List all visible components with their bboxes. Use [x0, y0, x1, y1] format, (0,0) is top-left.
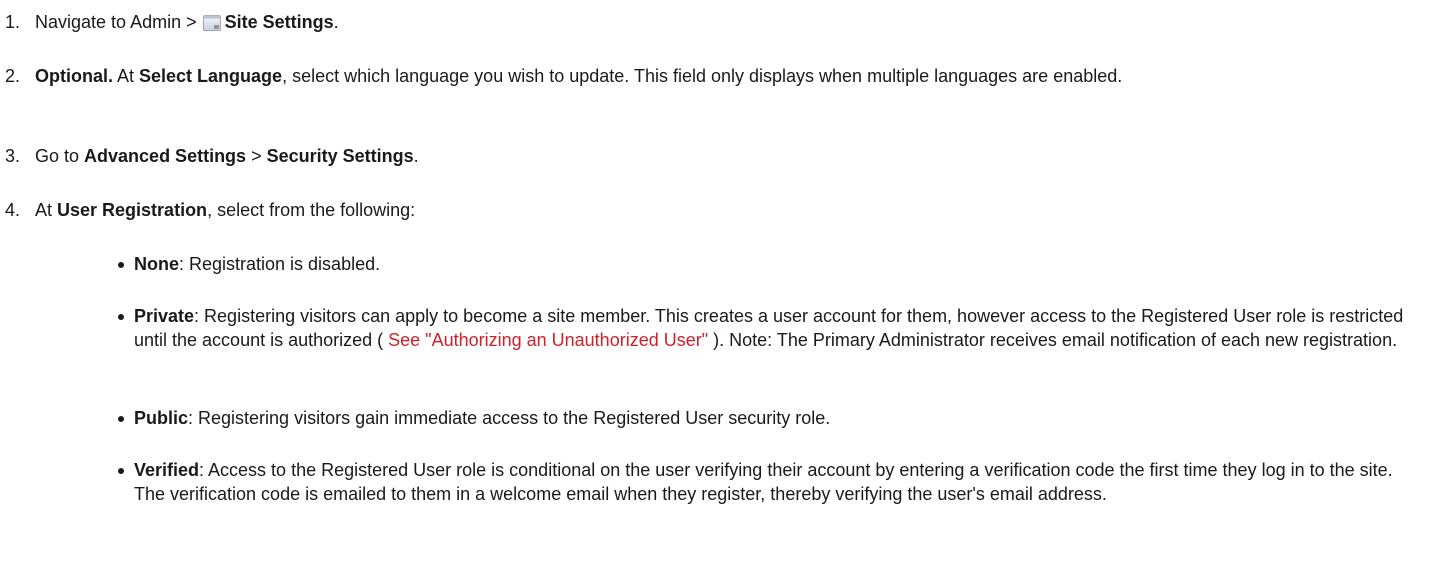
site-settings-label: Site Settings [224, 12, 334, 32]
step-text-part: > [246, 146, 267, 166]
step-text-part: . [413, 146, 419, 166]
option-name: None [134, 254, 179, 274]
option-name: Private [134, 306, 195, 326]
step-text-part: , select from the following: [207, 200, 416, 220]
step-text-part: , select which language you wish to upda… [282, 66, 1123, 86]
step-number: 1. [5, 12, 21, 32]
step-text: Navigate to Admin > Site Settings. [35, 10, 1405, 34]
step-text-part: Go to [35, 146, 85, 166]
step-text-part: Navigate to Admin > [35, 12, 202, 32]
step-text-part: At [113, 66, 140, 86]
option-text: Private: Registering visitors can apply … [134, 304, 1424, 352]
step-text-part: At [35, 200, 58, 220]
option-description: : Access to the Registered User role is … [134, 460, 1393, 504]
step-text: Go to Advanced Settings > Security Setti… [35, 144, 1405, 168]
step-number: 2. [5, 66, 21, 86]
advanced-settings-label: Advanced Settings [84, 146, 247, 166]
step-text: At User Registration, select from the fo… [35, 198, 1405, 222]
option-name: Public [134, 408, 189, 428]
option-text: None: Registration is disabled. [134, 252, 1424, 276]
option-name: Verified [134, 460, 200, 480]
optional-label: Optional. [35, 66, 113, 86]
user-registration-label: User Registration [57, 200, 208, 220]
step-text-part: . [333, 12, 339, 32]
step-number: 4. [5, 200, 21, 220]
select-language-label: Select Language [139, 66, 283, 86]
option-description: ). Note: The Primary Administrator recei… [708, 330, 1398, 350]
bullet [118, 314, 124, 320]
option-text: Verified: Access to the Registered User … [134, 458, 1424, 506]
step-number: 3. [5, 146, 21, 166]
site-settings-icon [202, 13, 221, 31]
security-settings-label: Security Settings [266, 146, 414, 166]
authorizing-user-link[interactable]: See "Authorizing an Unauthorized User" [388, 330, 708, 350]
bullet [118, 416, 124, 422]
bullet [118, 262, 124, 268]
option-description: : Registration is disabled. [179, 254, 381, 274]
option-text: Public: Registering visitors gain immedi… [134, 406, 1424, 430]
bullet [118, 468, 124, 474]
option-description: : Registering visitors gain immediate ac… [188, 408, 831, 428]
step-text: Optional. At Select Language, select whi… [35, 64, 1405, 88]
